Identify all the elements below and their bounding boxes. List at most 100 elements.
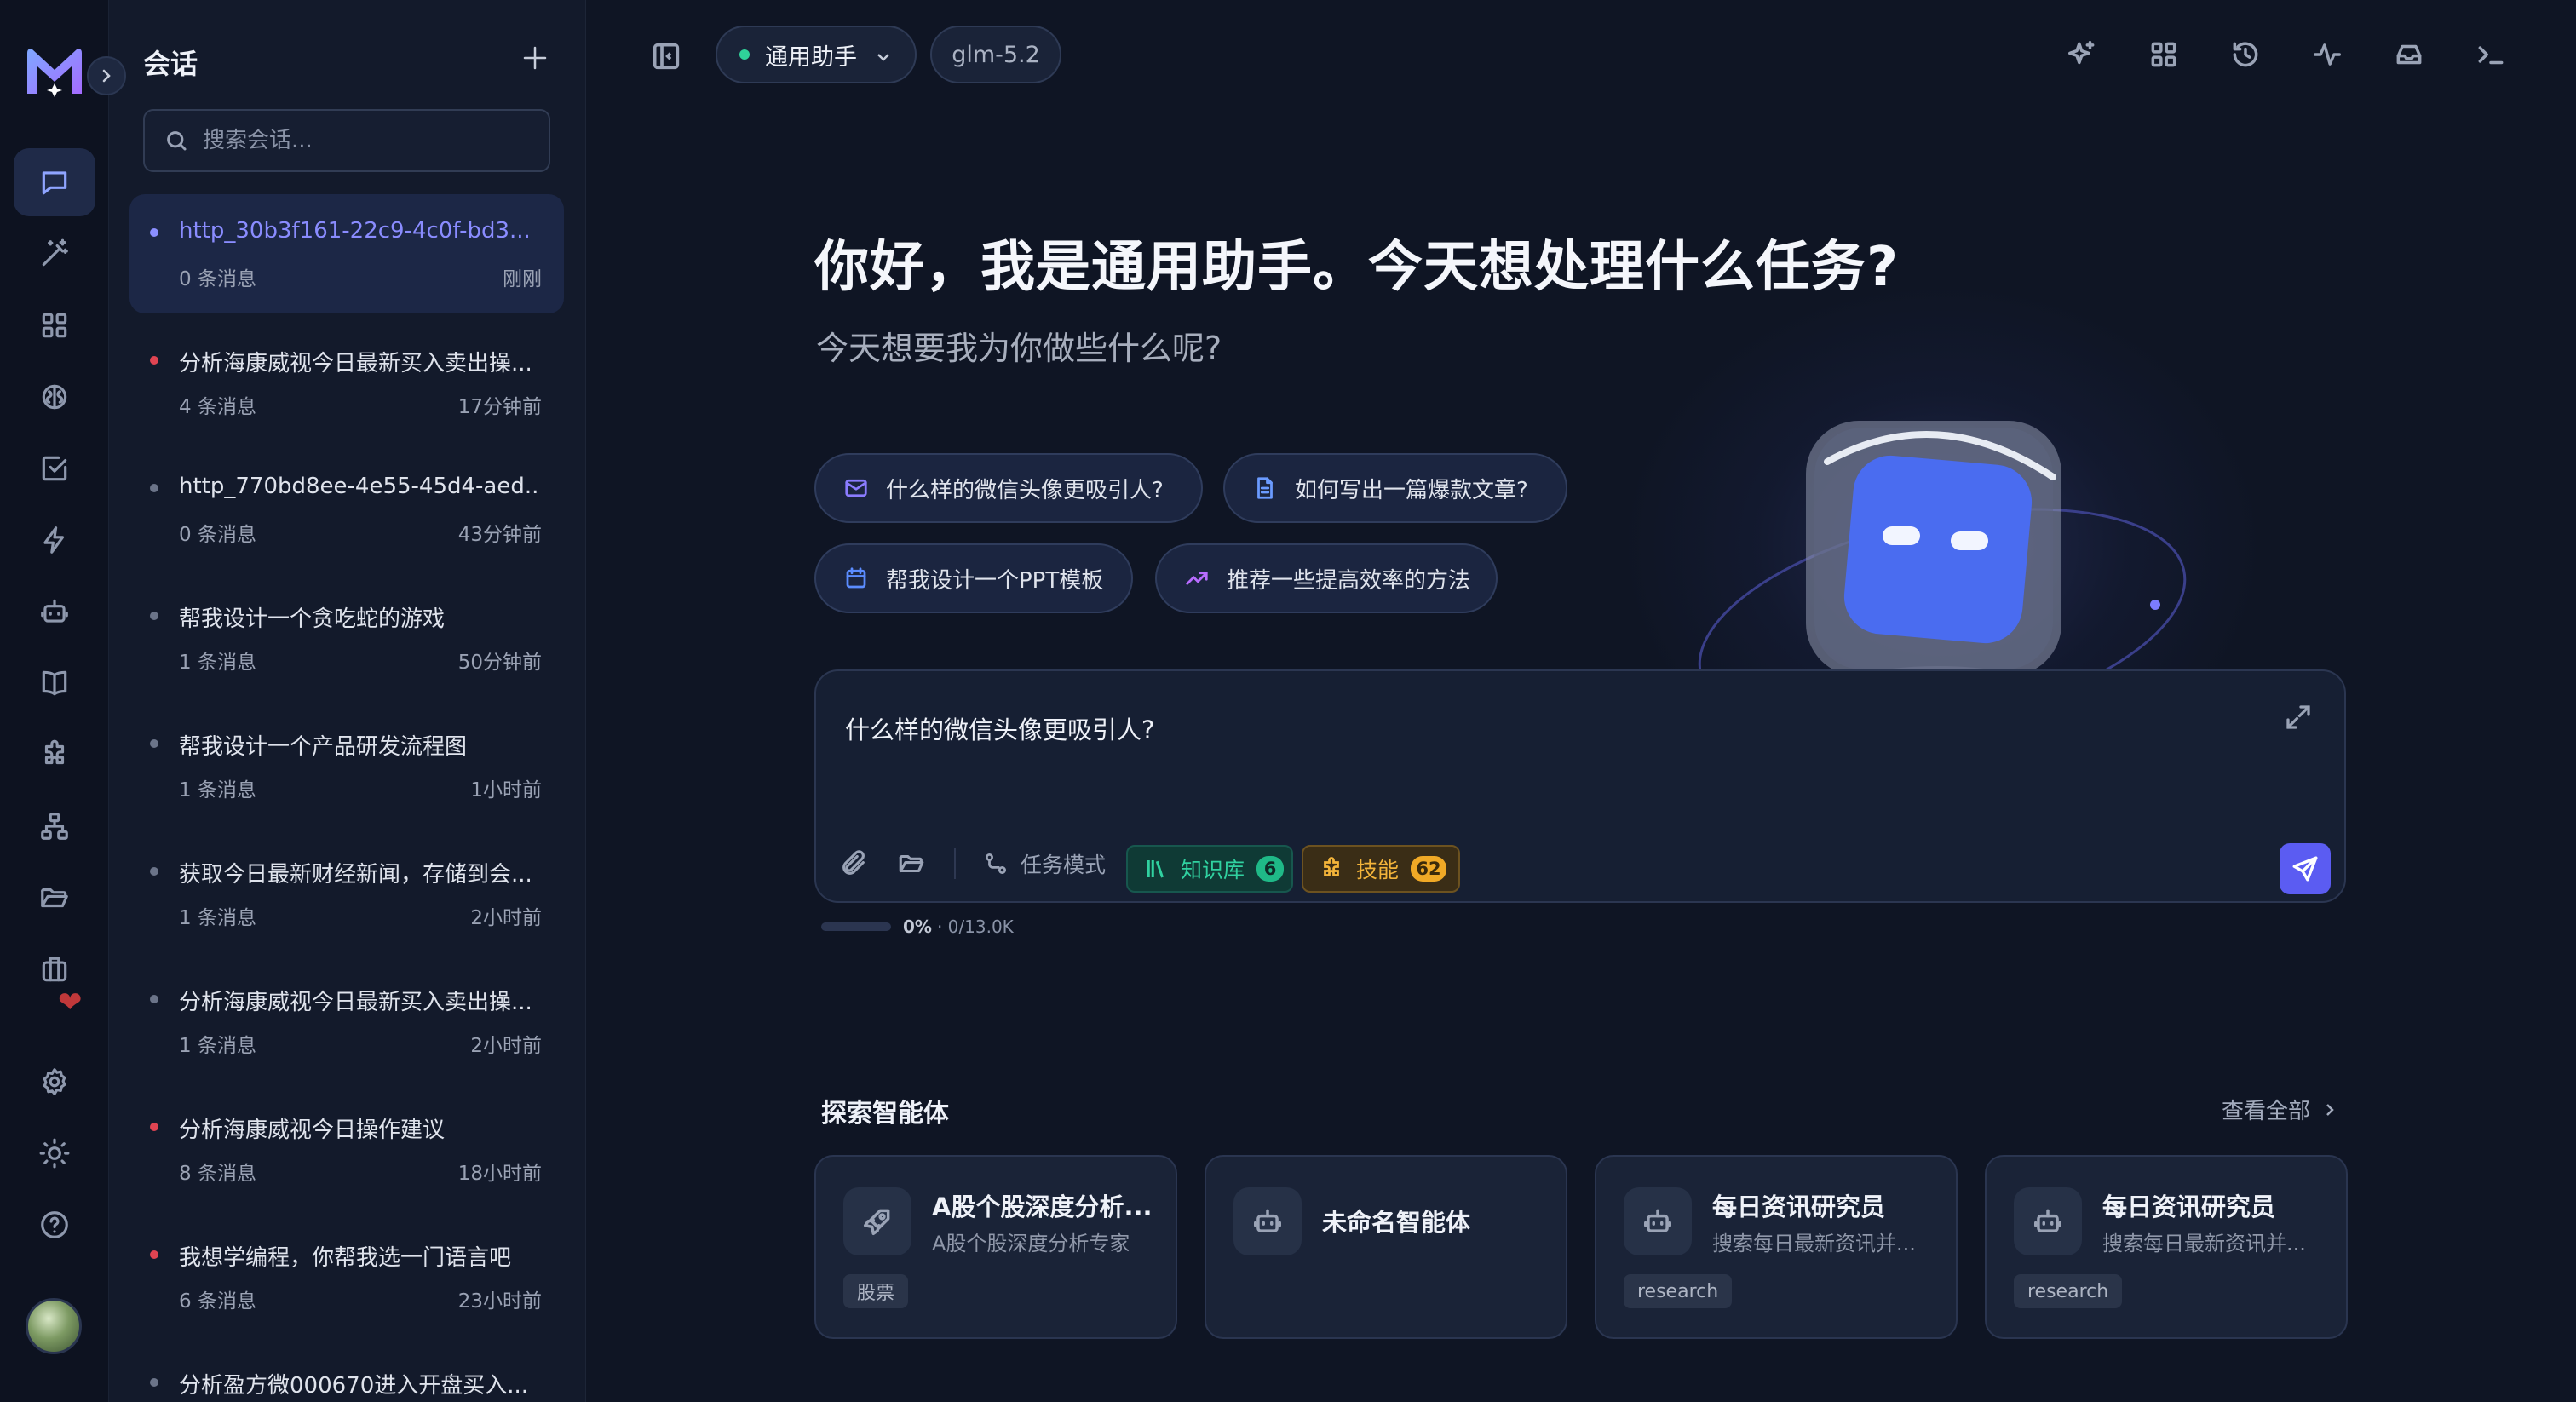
conversation-item[interactable]: http_30b3f161-22c9-4c0f-bd3... 0 条消息 刚刚 [129,194,564,313]
conversation-item[interactable]: 分析盈方微000670进入开盘买入... [129,1344,564,1402]
conversation-item[interactable]: 分析海康威视今日最新买入卖出操... 1 条消息 2小时前 [129,961,564,1080]
suggestion-chip[interactable]: 帮我设计一个PPT模板 [814,543,1133,613]
rail-theme[interactable] [14,1119,95,1187]
rail-plugins[interactable] [14,721,95,789]
knowledge-base-button[interactable]: 知识库 6 [1126,845,1293,893]
workflow-icon [986,853,1006,874]
send-button[interactable] [2280,843,2331,894]
rail-settings[interactable] [14,1048,95,1116]
brain-icon [42,384,67,410]
conversation-item[interactable]: http_770bd8ee-4e55-45d4-aed... 0 条消息 43分… [129,450,564,569]
terminal-button[interactable] [2469,32,2513,77]
rail-brain[interactable] [14,363,95,431]
inbox-icon [2396,44,2422,65]
expand-rail-button[interactable] [87,56,126,95]
conversation-item[interactable]: 帮我设计一个产品研发流程图 1 条消息 1小时前 [129,705,564,825]
rail-toolbox[interactable] [14,935,95,1003]
sparkles-button[interactable] [2060,32,2104,77]
rail-knowledge[interactable] [14,649,95,717]
nav-rail: ❤ [0,0,126,1402]
conversation-title: 分析海康威视今日操作建议 [179,1118,446,1143]
rail-agents[interactable] [14,577,95,646]
agent-description: 搜索每日最新资讯并... [2102,1232,2306,1255]
conversation-search[interactable] [143,109,550,172]
conversation-title: 分析海康威视今日最新买入卖出操... [179,351,532,376]
history-button[interactable] [2223,32,2268,77]
sidebar-title: 会话 [143,48,198,80]
composer-text[interactable]: 什么样的微信头像更吸引人? [845,710,1154,746]
suggestion-label: 帮我设计一个PPT模板 [886,567,1104,594]
suggestion-chip[interactable]: 如何写出一篇爆款文章? [1223,453,1567,523]
rail-flash[interactable] [14,506,95,574]
activity-button[interactable] [2305,32,2349,77]
conversation-title: 获取今日最新财经新闻，存储到会... [179,862,532,888]
suggestion-chip[interactable]: 推荐一些提高效率的方法 [1155,543,1498,613]
agent-icon-tile [1624,1187,1692,1255]
conversation-item[interactable]: 我想学编程，你帮我选一门语言吧 6 条消息 23小时前 [129,1216,564,1336]
agent-icon-tile [2014,1187,2082,1255]
agent-card[interactable]: A股个股深度分析... A股个股深度分析专家 股票 [814,1155,1177,1339]
grid-icon [2151,42,2176,67]
trending-up-icon [1186,572,1208,585]
agent-card[interactable]: 每日资讯研究员 搜索每日最新资讯并... research [1595,1155,1958,1339]
agent-tag: research [1624,1274,1733,1308]
view-all-link[interactable]: 查看全部 [2222,1094,2339,1125]
expand-icon [2286,705,2310,729]
conversation-title: 分析海康威视今日最新买入卖出操... [179,990,532,1015]
apps-button[interactable] [2142,32,2186,77]
message-count: 0 条消息 [179,268,256,290]
rail-help[interactable] [14,1191,95,1259]
view-all-label: 查看全部 [2222,1099,2311,1124]
expand-composer-button[interactable] [2283,702,2314,733]
send-icon [2292,856,2318,882]
message-count: 1 条消息 [179,907,256,929]
library-icon [1147,860,1164,878]
history-icon [2233,42,2258,67]
status-dot [150,484,158,492]
help-circle-icon [41,1211,68,1238]
model-selector[interactable]: glm-5.2 [930,26,1061,83]
calendar-icon [846,567,866,589]
status-dot [150,867,158,876]
toggle-sidebar-button[interactable] [649,39,683,73]
conversation-item[interactable]: 分析海康威视今日操作建议 8 条消息 18小时前 [129,1089,564,1208]
conversation-time: 50分钟前 [457,652,542,674]
agent-card[interactable]: 每日资讯研究员 搜索每日最新资讯并... research [1985,1155,2348,1339]
agent-selector[interactable]: 通用助手 [716,26,917,83]
task-mode-toggle[interactable]: 任务模式 [983,845,1106,882]
suggestion-chip[interactable]: 什么样的微信头像更吸引人? [814,453,1203,523]
usage-detail: · 0/13.0K [936,916,1014,937]
agent-icon-tile [843,1187,911,1255]
status-dot [150,1378,158,1387]
inbox-button[interactable] [2387,32,2431,77]
conversation-item[interactable]: 分析海康威视今日最新买入卖出操... 4 条消息 17分钟前 [129,322,564,441]
conversation-time: 2小时前 [470,1035,542,1057]
rail-chat[interactable] [14,148,95,216]
folder-button[interactable] [893,845,930,882]
document-icon [1257,477,1273,499]
message-composer[interactable]: 什么样的微信头像更吸引人? 任务模式 知识库 6 技能 62 [814,669,2346,903]
skills-count-badge: 62 [1411,856,1447,882]
agent-label: 通用助手 [765,43,857,71]
rail-apps[interactable] [14,291,95,359]
context-usage: 0% · 0/13.0K [821,916,1014,937]
rail-workflow[interactable] [14,792,95,860]
new-conversation-button[interactable] [516,39,554,77]
knowledge-label: 知识库 [1181,858,1245,882]
search-input[interactable] [203,128,543,153]
sparkles-icon [2068,41,2095,65]
hero-subtitle: 今天想要我为你做些什么呢? [816,330,1222,367]
conversation-item[interactable]: 帮我设计一个贪吃蛇的游戏 1 条消息 50分钟前 [129,577,564,697]
rail-tasks[interactable] [14,434,95,503]
conversation-item[interactable]: 获取今日最新财经新闻，存储到会... 1 条消息 2小时前 [129,833,564,952]
attach-button[interactable] [835,845,872,882]
skills-button[interactable]: 技能 62 [1302,845,1460,893]
user-avatar[interactable] [26,1298,82,1354]
agent-icon-tile [1233,1187,1302,1255]
message-count: 4 条消息 [179,396,256,418]
rail-files[interactable] [14,864,95,932]
skills-label: 技能 [1356,858,1400,882]
agent-card[interactable]: 未命名智能体 [1205,1155,1567,1339]
rail-magic[interactable] [14,220,95,288]
status-dot [150,995,158,1003]
